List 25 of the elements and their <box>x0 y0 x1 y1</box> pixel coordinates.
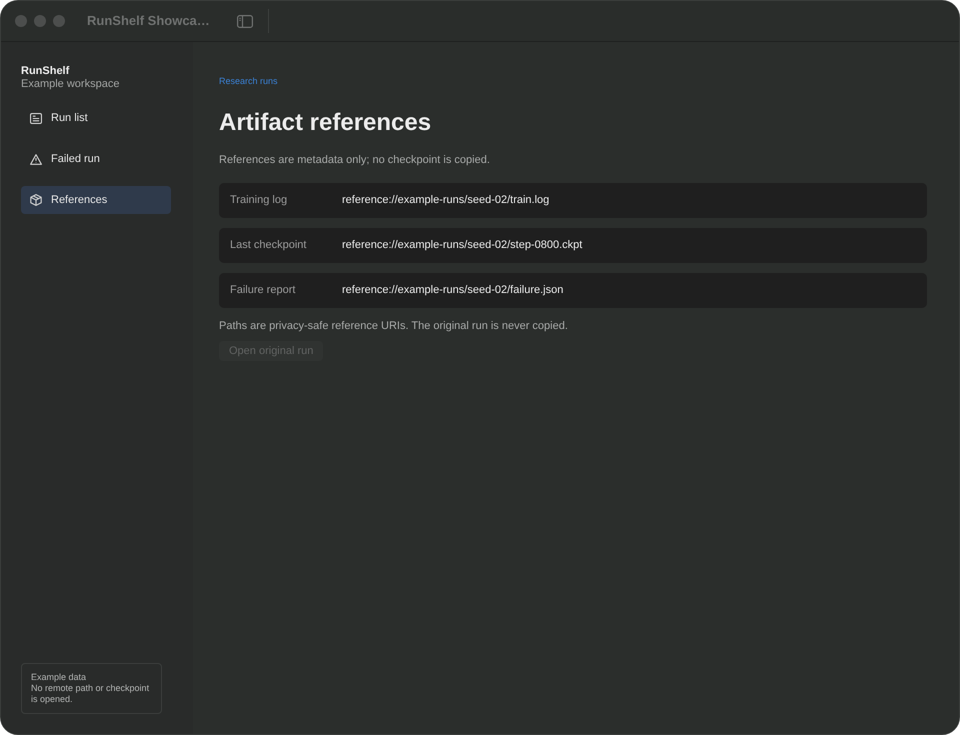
list-icon <box>30 112 42 124</box>
reference-label: Last checkpoint <box>230 238 308 254</box>
warning-icon <box>30 154 42 164</box>
reference-path: reference://example-runs/seed-02/step-0800.ckpt <box>342 238 582 254</box>
reference-label: Failure report <box>230 283 296 298</box>
info-title: Example data <box>31 672 88 683</box>
window-title: RunShelf Showca… <box>87 12 210 30</box>
cube-icon <box>30 194 42 206</box>
minimize-window-icon[interactable] <box>34 15 46 27</box>
zoom-window-icon[interactable] <box>53 15 65 27</box>
close-window-icon[interactable] <box>15 15 27 27</box>
breadcrumb-link[interactable]: Research runs <box>219 76 278 87</box>
app-name: RunShelf <box>21 65 70 78</box>
sidebar-toggle-icon[interactable] <box>236 14 253 28</box>
sidebar-item[interactable]: Run list <box>21 104 171 132</box>
workspace-name: Example workspace <box>21 78 120 91</box>
sidebar-item[interactable]: References <box>21 186 171 214</box>
reference-path: reference://example-runs/seed-02/train.log <box>342 193 550 208</box>
reference-label: Training log <box>230 193 288 208</box>
page-title: Artifact references <box>219 108 432 138</box>
privacy-note: Paths are privacy-safe reference URIs. The original run is never copied. <box>219 319 569 333</box>
info-text: No remote path or checkpoint is opened. <box>31 683 150 705</box>
sidebar-item[interactable]: Failed run <box>21 145 171 173</box>
reference-path: reference://example-runs/seed-02/failure.json <box>342 283 564 298</box>
page-description: References are metadata only; no checkpoint is copied. <box>219 153 491 167</box>
